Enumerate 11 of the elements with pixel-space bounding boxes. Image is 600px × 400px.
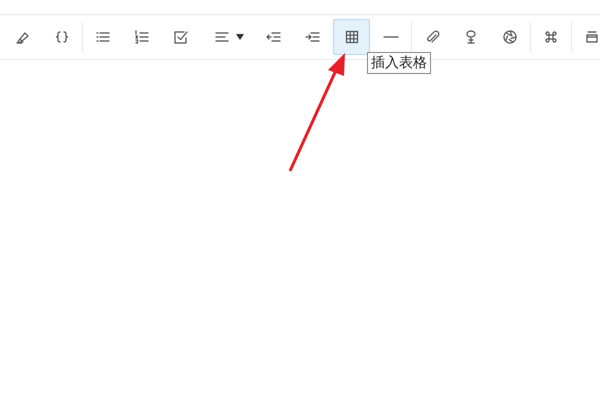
stack-icon: [584, 29, 600, 45]
numbered-list-icon: [134, 29, 150, 45]
aperture-icon: [502, 29, 518, 45]
tooltip: 插入表格: [367, 52, 431, 74]
table-icon: [344, 29, 360, 45]
rule-icon: [382, 36, 398, 38]
task-list-icon: [172, 29, 188, 45]
table-button[interactable]: [333, 19, 370, 55]
caret-icon: [236, 34, 244, 40]
code-icon: [54, 29, 70, 45]
command-icon: [542, 29, 558, 45]
